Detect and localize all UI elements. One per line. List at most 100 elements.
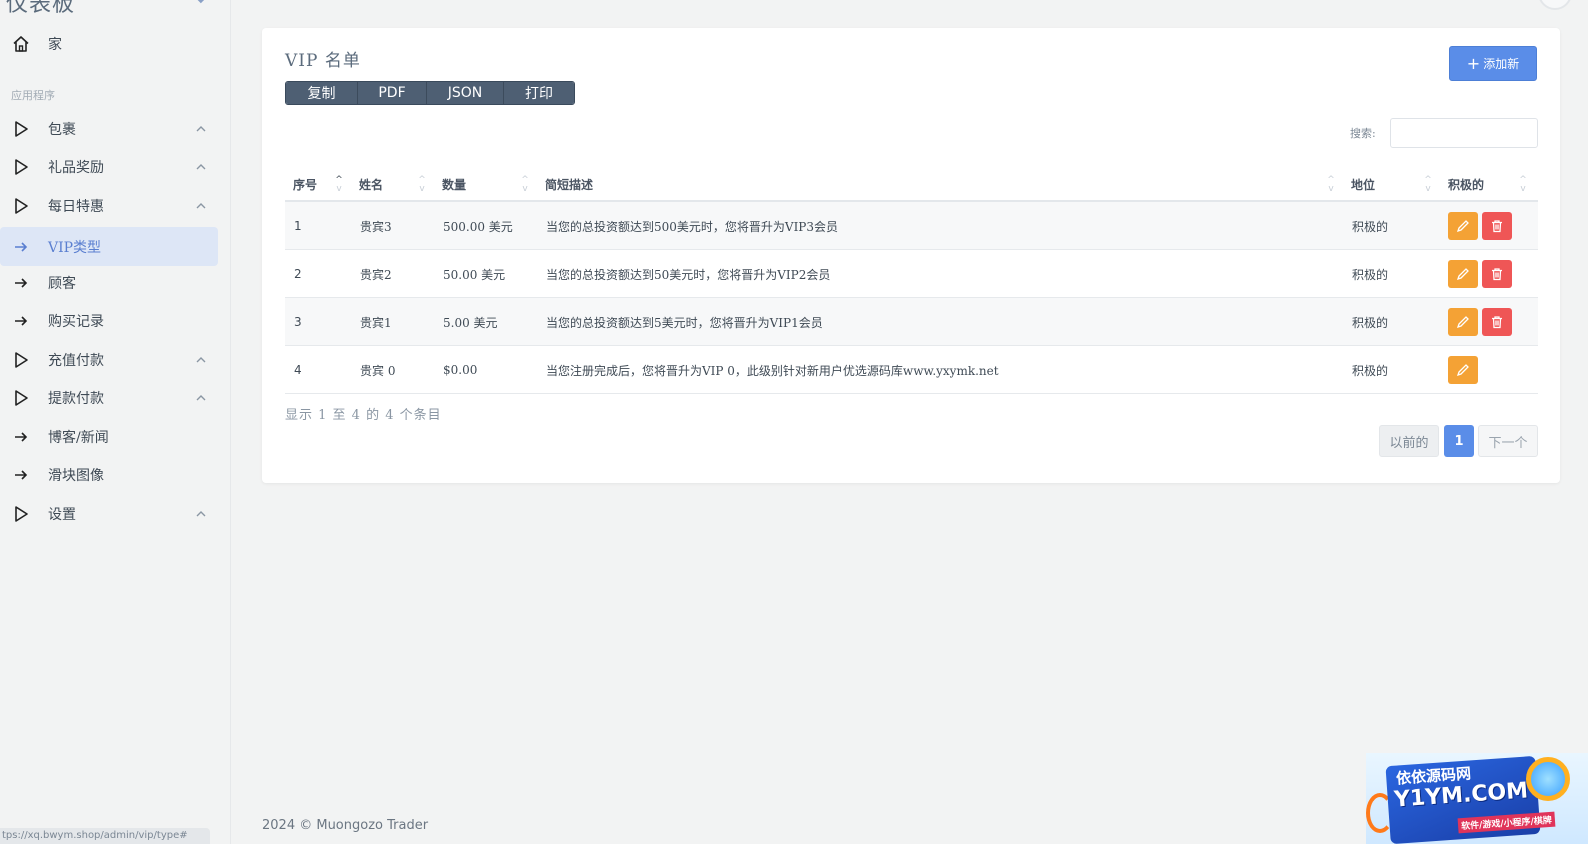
delete-button[interactable] <box>1482 212 1512 240</box>
play-icon <box>12 505 30 523</box>
page-title: VIP 名单 <box>285 51 361 71</box>
search-input[interactable] <box>1390 118 1538 148</box>
sidebar-item-label: 购买记录 <box>48 313 104 330</box>
home-icon <box>12 35 30 53</box>
trash-icon <box>1492 268 1502 281</box>
sort-icon[interactable]: ^ v <box>417 176 427 196</box>
cell-status: 积极的 <box>1352 267 1389 282</box>
cell-status: 积极的 <box>1352 219 1389 234</box>
chevron-up-icon <box>195 354 207 366</box>
cell-amount: $0.00 <box>443 363 478 377</box>
pagination-next-button[interactable]: 下一个 <box>1478 425 1538 457</box>
sidebar-item-label: 充值付款 <box>48 352 104 369</box>
sidebar-item-gift-rewards[interactable]: 礼品奖励 <box>0 147 218 186</box>
collapse-toggle-icon[interactable]: ◆ <box>197 0 207 5</box>
column-label: 序号 <box>293 178 318 192</box>
cell-description: 当您注册完成后，您将晋升为VIP 0，此级别针对新用户优选源码库www.yxym… <box>546 363 999 378</box>
sidebar-item-settings[interactable]: 设置 <box>0 494 218 533</box>
sidebar-item-label: 滑块图像 <box>48 467 104 484</box>
vip-list-card: VIP 名单 + 添加新 复制 PDF JSON 打印 搜索: 序号 ^ v 姓名… <box>262 28 1560 483</box>
sidebar-item-label: 家 <box>48 36 62 53</box>
column-label: 简短描述 <box>545 178 594 192</box>
cell-amount: 500.00 美元 <box>443 219 513 234</box>
sort-icon[interactable]: ^ v <box>1326 176 1336 196</box>
cell-status: 积极的 <box>1352 363 1389 378</box>
sidebar-item-customers[interactable]: 顾客 <box>0 263 218 302</box>
pagination-page-button[interactable]: 1 <box>1444 425 1474 457</box>
sidebar-item-vip-types[interactable]: VIP类型 <box>0 227 218 266</box>
sort-icon[interactable]: ^ v <box>520 176 530 196</box>
arrow-right-icon <box>12 312 30 330</box>
sidebar-item-label: 礼品奖励 <box>48 159 104 176</box>
table-row: 1 贵宾3 500.00 美元 当您的总投资额达到500美元时，您将晋升为VIP… <box>285 202 1538 250</box>
copy-button[interactable]: 复制 <box>286 82 358 104</box>
column-label: 数量 <box>442 178 467 192</box>
add-new-label: 添加新 <box>1483 57 1520 71</box>
magnifier-icon <box>1526 757 1570 801</box>
pencil-icon <box>1456 316 1469 329</box>
sidebar-item-label: 提款付款 <box>48 390 104 407</box>
pencil-icon <box>1456 268 1469 281</box>
print-button[interactable]: 打印 <box>504 82 574 104</box>
cell-no: 2 <box>294 267 302 281</box>
cell-status: 积极的 <box>1352 315 1389 330</box>
sidebar-item-withdrawals[interactable]: 提款付款 <box>0 378 218 417</box>
pencil-icon <box>1456 220 1469 233</box>
cell-name: 贵宾 0 <box>360 363 396 378</box>
trash-icon <box>1492 316 1502 329</box>
chevron-up-icon <box>195 200 207 212</box>
sidebar-item-packages[interactable]: 包裹 <box>0 109 218 148</box>
sidebar-item-purchase-records[interactable]: 购买记录 <box>0 301 218 340</box>
cell-name: 贵宾2 <box>360 267 392 282</box>
table-row: 2 贵宾2 50.00 美元 当您的总投资额达到50美元时，您将晋升为VIP2会… <box>285 250 1538 298</box>
play-icon <box>12 120 30 138</box>
add-new-button[interactable]: + 添加新 <box>1449 46 1537 81</box>
sort-icon[interactable]: ^ v <box>1518 176 1528 196</box>
watermark-ad[interactable]: 依依源码网 Y1YM.COM 软件/游戏/小程序/棋牌 <box>1366 753 1588 844</box>
brand-title: 仪表板 <box>6 0 76 17</box>
delete-button[interactable] <box>1482 260 1512 288</box>
column-label: 地位 <box>1351 178 1376 192</box>
export-button-group: 复制 PDF JSON 打印 <box>285 81 575 105</box>
sidebar-item-label: VIP类型 <box>48 239 102 256</box>
arrow-right-icon <box>12 428 30 446</box>
cell-amount: 50.00 美元 <box>443 267 506 282</box>
play-icon <box>12 197 30 215</box>
delete-button[interactable] <box>1482 308 1512 336</box>
pdf-button[interactable]: PDF <box>358 82 427 104</box>
cell-description: 当您的总投资额达到5美元时，您将晋升为VIP1会员 <box>546 315 823 330</box>
status-bar-url: tps://xq.bwym.shop/admin/vip/type# <box>0 828 210 844</box>
sidebar-item-deposits[interactable]: 充值付款 <box>0 340 218 379</box>
pagination-previous-button[interactable]: 以前的 <box>1379 425 1439 457</box>
sidebar-item-blog-news[interactable]: 博客/新闻 <box>0 417 218 456</box>
sidebar-item-home[interactable]: 家 <box>0 24 218 63</box>
cell-no: 4 <box>294 363 302 377</box>
plus-icon: + <box>1466 54 1481 73</box>
user-menu-button[interactable] <box>1538 0 1572 10</box>
cell-amount: 5.00 美元 <box>443 315 498 330</box>
cell-name: 贵宾1 <box>360 315 392 330</box>
arrow-right-icon <box>12 466 30 484</box>
play-icon <box>12 351 30 369</box>
sidebar-item-daily-deals[interactable]: 每日特惠 <box>0 186 218 225</box>
cell-description: 当您的总投资额达到50美元时，您将晋升为VIP2会员 <box>546 267 831 282</box>
chevron-up-icon <box>195 508 207 520</box>
cell-no: 3 <box>294 315 302 329</box>
sidebar-item-label: 顾客 <box>48 275 76 292</box>
column-label: 积极的 <box>1448 178 1485 192</box>
footer-copyright: 2024 © Muongozo Trader <box>262 818 429 833</box>
arrow-right-icon <box>12 274 30 292</box>
sidebar-item-slider-images[interactable]: 滑块图像 <box>0 455 218 494</box>
table-row: 3 贵宾1 5.00 美元 当您的总投资额达到5美元时，您将晋升为VIP1会员 … <box>285 298 1538 346</box>
edit-button[interactable] <box>1448 308 1478 336</box>
cell-name: 贵宾3 <box>360 219 392 234</box>
edit-button[interactable] <box>1448 260 1478 288</box>
sort-icon[interactable]: ^ v <box>334 176 344 196</box>
edit-button[interactable] <box>1448 212 1478 240</box>
column-header-description[interactable]: 简短描述 <box>537 169 1343 200</box>
play-icon <box>12 389 30 407</box>
sort-icon[interactable]: ^ v <box>1423 176 1433 196</box>
edit-button[interactable] <box>1448 356 1478 384</box>
sidebar-item-label: 博客/新闻 <box>48 429 109 446</box>
json-button[interactable]: JSON <box>427 82 504 104</box>
